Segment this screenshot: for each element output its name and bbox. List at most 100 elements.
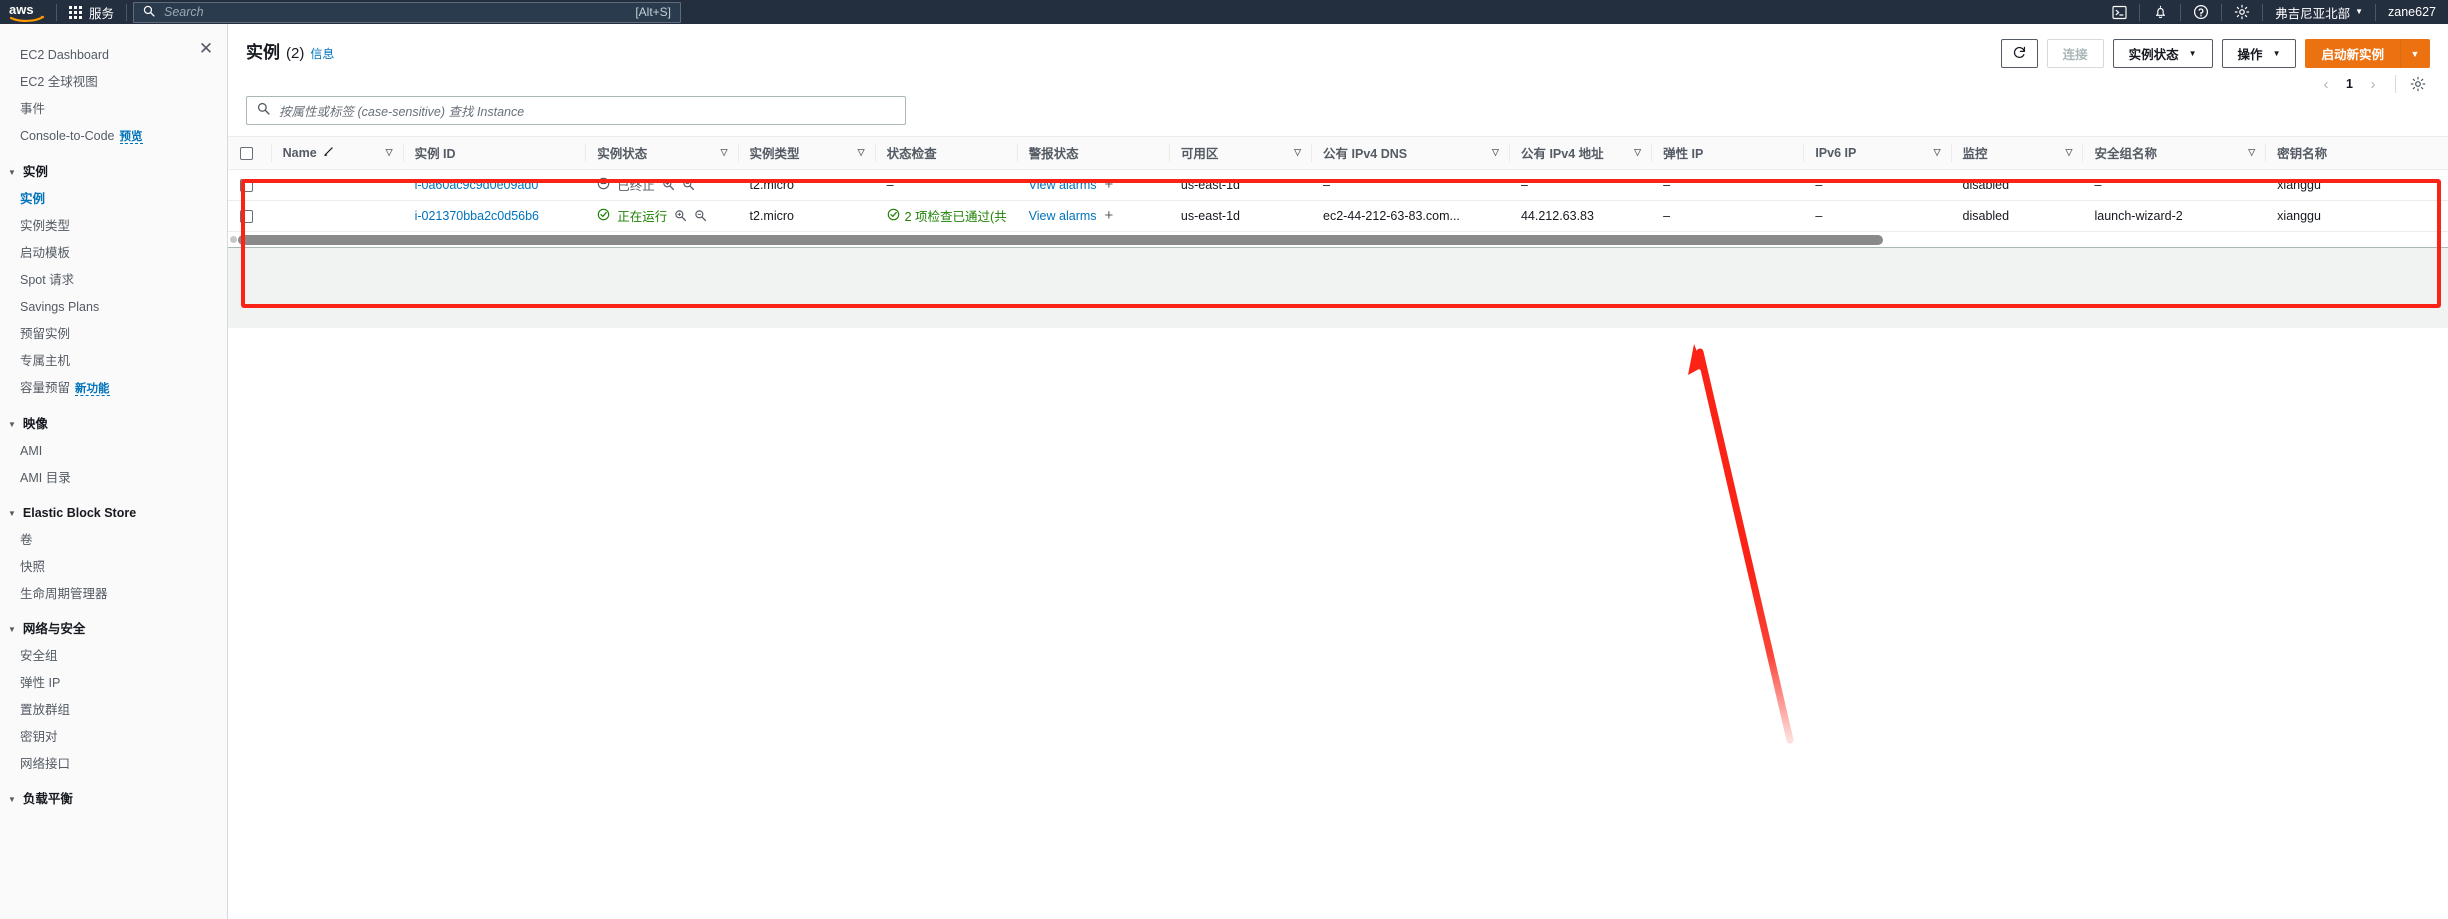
svg-text:aws: aws bbox=[9, 2, 34, 17]
column-header-availability-zone[interactable]: 可用区 ▽ bbox=[1168, 137, 1312, 170]
column-header-instance-type[interactable]: 实例类型 ▽ bbox=[737, 137, 875, 170]
actions-label: 操作 bbox=[2237, 48, 2263, 62]
sidebar-item-instances[interactable]: 实例 bbox=[0, 186, 227, 213]
sidebar-group-elastic-block-store[interactable]: ▼ Elastic Block Store bbox=[0, 498, 227, 527]
sort-icon[interactable]: ▽ bbox=[2066, 147, 2073, 158]
sidebar-item-ec2-global-view[interactable]: EC2 全球视图 bbox=[0, 69, 227, 96]
connect-button[interactable]: 连接 bbox=[2046, 39, 2104, 68]
sort-icon[interactable]: ▽ bbox=[1492, 147, 1499, 158]
sidebar-item-security-groups[interactable]: 安全组 bbox=[0, 643, 227, 670]
sidebar-item-spot-requests[interactable]: Spot 请求 bbox=[0, 267, 227, 294]
sort-icon[interactable]: ▽ bbox=[1634, 147, 1641, 158]
pagination-prev-button[interactable]: ‹ bbox=[2314, 73, 2338, 95]
sidebar-item-reserved-instances[interactable]: 预留实例 bbox=[0, 321, 227, 348]
sidebar-group-load-balancing[interactable]: ▼ 负载平衡 bbox=[0, 784, 227, 813]
aws-logo[interactable]: aws bbox=[0, 0, 56, 24]
zoom-out-icon[interactable] bbox=[694, 209, 707, 222]
column-label: 实例类型 bbox=[749, 147, 800, 162]
table-horizontal-scrollbar[interactable] bbox=[228, 231, 2448, 248]
help-icon[interactable] bbox=[2181, 0, 2221, 24]
actions-button[interactable]: 操作 ▼ bbox=[2221, 39, 2297, 68]
instance-filter-placeholder: 按属性或标签 (case-sensitive) 查找 Instance bbox=[279, 105, 525, 119]
sort-icon[interactable]: ▽ bbox=[721, 147, 728, 158]
instance-state-label: 实例状态 bbox=[2128, 48, 2179, 62]
close-icon[interactable]: ✕ bbox=[197, 40, 215, 58]
sidebar-item-dedicated-hosts[interactable]: 专属主机 bbox=[0, 348, 227, 375]
sidebar-item-placement-groups[interactable]: 置放群组 bbox=[0, 697, 227, 724]
launch-instance-caret-button[interactable]: ▼ bbox=[2400, 39, 2430, 68]
global-search-input[interactable]: Search [Alt+S] bbox=[133, 1, 682, 23]
sidebar-item-ami-catalog[interactable]: AMI 目录 bbox=[0, 465, 227, 492]
sidebar-item-ami[interactable]: AMI bbox=[0, 438, 227, 465]
cell-instance-state: 已终止 bbox=[585, 169, 738, 201]
instance-id-link[interactable]: i-0a60ac9c9d0e09ad0 bbox=[415, 178, 539, 192]
sidebar-group-instances[interactable]: ▼ 实例 bbox=[0, 157, 227, 186]
row-checkbox[interactable] bbox=[240, 209, 253, 223]
sidebar-item-savings-plans[interactable]: Savings Plans bbox=[0, 294, 227, 321]
column-header-name[interactable]: Name ▽ bbox=[270, 137, 403, 170]
sort-icon[interactable]: ▽ bbox=[858, 147, 865, 158]
info-link[interactable]: 信息 bbox=[310, 45, 334, 62]
view-alarms-link[interactable]: View alarms bbox=[1029, 178, 1097, 192]
sidebar-item-ec2-dashboard[interactable]: EC2 Dashboard bbox=[0, 42, 227, 69]
sidebar-item-snapshots[interactable]: 快照 bbox=[0, 554, 227, 581]
sidebar-item-lifecycle-manager[interactable]: 生命周期管理器 bbox=[0, 581, 227, 608]
status-check-passed-icon bbox=[887, 208, 900, 224]
add-alarm-icon[interactable]: + bbox=[1105, 208, 1114, 223]
instance-filter-input[interactable]: 按属性或标签 (case-sensitive) 查找 Instance bbox=[246, 96, 906, 125]
column-header-public-ipv4-address[interactable]: 公有 IPv4 地址 ▽ bbox=[1508, 137, 1652, 170]
settings-icon[interactable] bbox=[2222, 0, 2262, 24]
sidebar-item-network-interfaces[interactable]: 网络接口 bbox=[0, 751, 227, 778]
scrollbar-thumb[interactable] bbox=[238, 234, 1883, 245]
table-row[interactable]: i-021370bba2c0d56b6 正在运行 t2.micro 2 项检查已… bbox=[228, 200, 2448, 232]
sidebar-item-volumes[interactable]: 卷 bbox=[0, 527, 227, 554]
launch-instance-button[interactable]: 启动新实例 bbox=[2305, 39, 2400, 68]
select-all-checkbox[interactable] bbox=[240, 146, 253, 160]
sidebar-item-console-to-code[interactable]: Console-to-Code 预览 bbox=[0, 123, 227, 151]
bell-icon[interactable] bbox=[2140, 0, 2180, 24]
gear-icon[interactable] bbox=[2406, 73, 2430, 95]
sort-icon[interactable]: ▽ bbox=[1294, 147, 1301, 158]
search-icon bbox=[257, 102, 270, 120]
row-checkbox[interactable] bbox=[240, 178, 253, 192]
zoom-out-icon[interactable] bbox=[682, 178, 695, 191]
region-selector[interactable]: 弗吉尼亚北部 ▼ bbox=[2263, 0, 2375, 24]
instance-id-link[interactable]: i-021370bba2c0d56b6 bbox=[415, 209, 539, 223]
column-header-security-group-name[interactable]: 安全组名称 ▽ bbox=[2082, 137, 2266, 170]
pagination-next-button[interactable]: › bbox=[2361, 73, 2385, 95]
column-header-public-ipv4-dns[interactable]: 公有 IPv4 DNS ▽ bbox=[1311, 137, 1509, 170]
sidebar-item-launch-templates[interactable]: 启动模板 bbox=[0, 240, 227, 267]
cloudshell-icon[interactable] bbox=[2099, 0, 2139, 24]
sort-icon[interactable]: ▽ bbox=[2248, 147, 2255, 158]
edit-pencil-icon[interactable] bbox=[323, 146, 334, 160]
add-alarm-icon[interactable]: + bbox=[1105, 177, 1114, 192]
table-row[interactable]: i-0a60ac9c9d0e09ad0 已终止 t2.micro – View … bbox=[228, 169, 2448, 201]
sidebar-item-key-pairs[interactable]: 密钥对 bbox=[0, 724, 227, 751]
cell-status-check: – bbox=[874, 169, 1017, 201]
instance-state-button[interactable]: 实例状态 ▼ bbox=[2112, 39, 2213, 68]
column-header-instance-state[interactable]: 实例状态 ▽ bbox=[585, 137, 738, 170]
sidebar-group-network-and-security[interactable]: ▼ 网络与安全 bbox=[0, 614, 227, 643]
sidebar-item-instance-types[interactable]: 实例类型 bbox=[0, 213, 227, 240]
sidebar-item-capacity-reservations[interactable]: 容量预留 新功能 bbox=[0, 375, 227, 403]
cell-elastic-ip: – bbox=[1651, 169, 1804, 201]
ec2-sidebar-navigation: ✕ EC2 Dashboard EC2 全球视图 事件 Console-to-C… bbox=[0, 24, 228, 919]
refresh-button[interactable] bbox=[2000, 39, 2038, 68]
sort-icon[interactable]: ▽ bbox=[1934, 147, 1941, 158]
services-menu-button[interactable]: 服务 bbox=[57, 0, 126, 24]
sidebar-item-events[interactable]: 事件 bbox=[0, 96, 227, 123]
account-menu[interactable]: zane627 bbox=[2376, 0, 2448, 24]
sidebar-item-elastic-ips[interactable]: 弹性 IP bbox=[0, 670, 227, 697]
table-header-row: Name ▽ 实例 ID 实例状态 ▽ 实例类型 ▽ 状态检查 警报状态 可用区… bbox=[228, 137, 2448, 170]
column-header-monitoring[interactable]: 监控 ▽ bbox=[1950, 137, 2083, 170]
zoom-in-icon[interactable] bbox=[674, 209, 687, 222]
pagination-page-1[interactable]: 1 bbox=[2340, 77, 2359, 91]
cell-ipv6-ip: – bbox=[1803, 200, 1951, 232]
sort-icon[interactable]: ▽ bbox=[386, 147, 393, 158]
sidebar-group-images[interactable]: ▼ 映像 bbox=[0, 409, 227, 438]
view-alarms-link[interactable]: View alarms bbox=[1029, 209, 1097, 223]
zoom-in-icon[interactable] bbox=[662, 178, 675, 191]
cell-monitoring: disabled bbox=[1950, 200, 2083, 232]
column-header-ipv6-ip[interactable]: IPv6 IP ▽ bbox=[1803, 137, 1951, 170]
scrollbar-track[interactable] bbox=[238, 234, 2438, 245]
